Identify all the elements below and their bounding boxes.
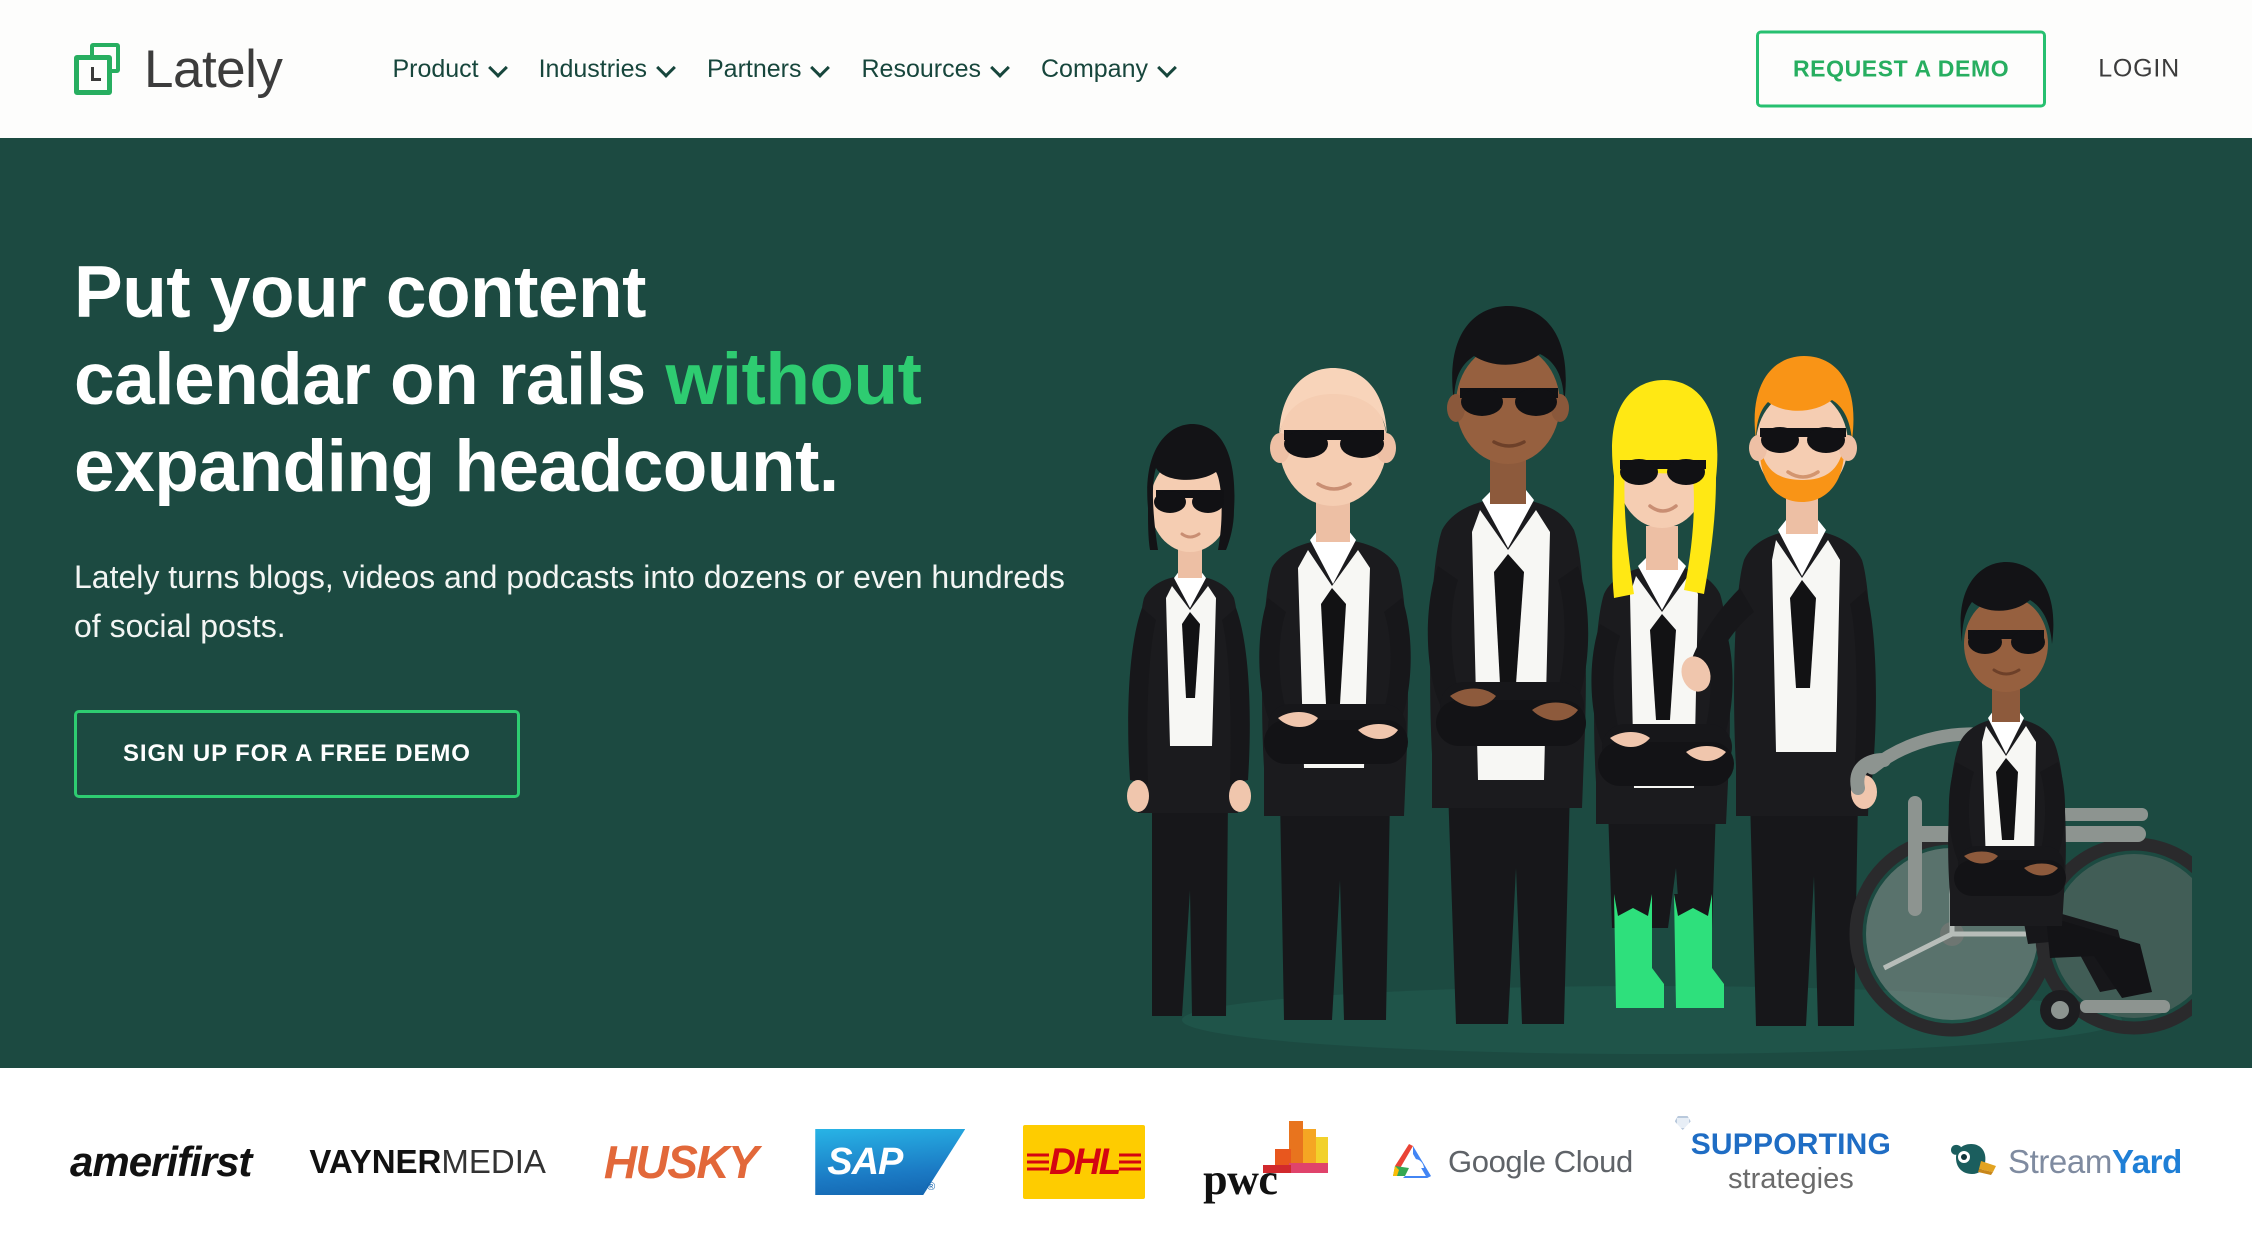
supporting-strategies-mark: SUPPORTING strategies [1674, 1116, 1892, 1195]
strategies-word: strategies [1728, 1163, 1854, 1195]
sap-wordmark: SAP [827, 1140, 903, 1183]
vayner-bold: VAYNER [309, 1143, 442, 1180]
character-blonde-woman [1591, 380, 1734, 1008]
team-illustration-svg [1127, 306, 2192, 1054]
character-woman-bob [1127, 424, 1251, 1016]
logo-google-cloud: Google Cloud [1391, 1117, 1633, 1207]
request-demo-button[interactable]: REQUEST A DEMO [1755, 30, 2047, 108]
chevron-down-icon [992, 59, 1008, 75]
headline-accent-word: without [665, 338, 922, 420]
streamyard-wordmark: StreamYard [2008, 1143, 2182, 1181]
logo-sap: SAP ® [815, 1117, 966, 1207]
supporting-word: SUPPORTING [1690, 1128, 1892, 1161]
primary-navigation: Product Industries Partners Resources Co… [392, 55, 1175, 84]
dhl-mark: DHL [1023, 1125, 1146, 1199]
vaynermedia-wordmark: VAYNERMEDIA [309, 1143, 546, 1181]
brand-wordmark: Lately [144, 39, 283, 99]
chevron-down-icon [490, 59, 506, 75]
dhl-speed-bars-right-icon [1119, 1153, 1142, 1171]
chevron-down-icon [812, 59, 828, 75]
brand-logo[interactable]: Lately [74, 39, 283, 99]
stream-word: Stream [2007, 1143, 2112, 1180]
login-link[interactable]: LOGIN [2098, 55, 2180, 84]
headline-line-1: Put your content [74, 252, 646, 333]
nav-item-product[interactable]: Product [392, 55, 505, 84]
header-actions: REQUEST A DEMO LOGIN [1755, 30, 2180, 108]
nav-label: Industries [538, 54, 647, 83]
diamond-icon [1674, 1116, 1691, 1130]
hero-subtitle: Lately turns blogs, videos and podcasts … [74, 558, 1065, 645]
duck-head-icon [1950, 1144, 1996, 1175]
client-logo-strip: amerifirst VAYNERMEDIA HUSKY SAP ® DHL p… [0, 1068, 2252, 1256]
registered-icon: ® [927, 1181, 936, 1193]
nav-label: Product [392, 54, 479, 83]
chevron-down-icon [1159, 59, 1175, 75]
character-wheelchair-user [1849, 562, 2192, 1037]
dhl-wordmark: DHL [1049, 1141, 1121, 1182]
hero-illustration [1112, 268, 2192, 1068]
pwc-wordmark: pwc [1203, 1155, 1278, 1204]
logo-amerifirst: amerifirst [70, 1117, 252, 1207]
yard-word: Yard [2111, 1143, 2182, 1180]
pwc-mark: pwc [1203, 1119, 1333, 1205]
chevron-down-icon [658, 59, 674, 75]
character-bald-man [1259, 368, 1411, 1020]
hero-copy: Put your content calendar on rails witho… [74, 250, 1134, 798]
nav-item-industries[interactable]: Industries [539, 55, 674, 84]
nav-label: Company [1040, 54, 1148, 83]
logo-husky: HUSKY [603, 1117, 759, 1207]
hero-headline: Put your content calendar on rails witho… [74, 250, 1134, 511]
signup-free-demo-button[interactable]: SIGN UP FOR A FREE DEMO [74, 709, 520, 798]
nav-item-partners[interactable]: Partners [707, 55, 828, 84]
logo-supporting-strategies: SUPPORTING strategies [1674, 1116, 1892, 1207]
headline-line-3: expanding headcount. [74, 425, 839, 507]
google-cloud-triangle-icon [1393, 1144, 1432, 1178]
headline-line-2: calendar on rails [74, 338, 666, 420]
character-tall-man [1427, 306, 1589, 1024]
google-cloud-wordmark: Google Cloud [1448, 1144, 1633, 1179]
site-header: Lately Product Industries Partners Resou… [0, 0, 2252, 140]
nav-label: Resources [861, 54, 981, 83]
amerifirst-wordmark: amerifirst [70, 1138, 252, 1185]
nav-item-resources[interactable]: Resources [861, 55, 1008, 84]
google-cloud-mark: Google Cloud [1391, 1142, 1633, 1182]
logo-vaynermedia: VAYNERMEDIA [309, 1117, 546, 1207]
dhl-speed-bars-left-icon [1027, 1153, 1050, 1171]
husky-wordmark: HUSKY [603, 1136, 759, 1188]
nav-label: Partners [707, 54, 802, 83]
streamyard-mark: StreamYard [1949, 1141, 2182, 1183]
lately-logo-icon [74, 43, 126, 95]
logo-pwc: pwc [1203, 1117, 1333, 1207]
nav-item-company[interactable]: Company [1041, 55, 1175, 84]
logo-dhl: DHL [1023, 1117, 1146, 1207]
sap-mark: SAP ® [815, 1129, 966, 1195]
hero-section: Put your content calendar on rails witho… [0, 140, 2252, 1068]
logo-streamyard: StreamYard [1949, 1117, 2182, 1207]
media-light: MEDIA [441, 1143, 546, 1180]
